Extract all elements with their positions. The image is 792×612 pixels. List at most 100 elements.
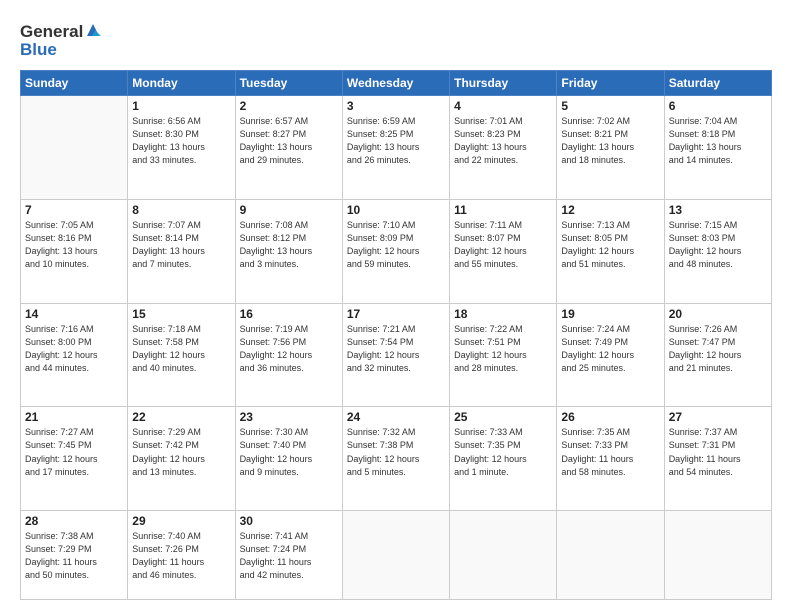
calendar-cell xyxy=(664,511,771,600)
calendar-cell: 26 Sunrise: 7:35 AM Sunset: 7:33 PM Dayli… xyxy=(557,407,664,511)
day-number: 9 xyxy=(240,203,338,217)
calendar-cell xyxy=(342,511,449,600)
weekday-header-row: SundayMondayTuesdayWednesdayThursdayFrid… xyxy=(21,71,772,96)
day-number: 19 xyxy=(561,307,659,321)
day-number: 2 xyxy=(240,99,338,113)
day-info: Sunrise: 7:19 AM Sunset: 7:56 PM Dayligh… xyxy=(240,323,338,375)
day-number: 3 xyxy=(347,99,445,113)
calendar-cell: 4 Sunrise: 7:01 AM Sunset: 8:23 PM Daylig… xyxy=(450,96,557,200)
calendar-cell: 20Sunrise: 7:26 AM Sunset: 7:47 PM Dayli… xyxy=(664,303,771,407)
weekday-header-friday: Friday xyxy=(557,71,664,96)
calendar-table: SundayMondayTuesdayWednesdayThursdayFrid… xyxy=(20,70,772,600)
calendar-cell: 27 Sunrise: 7:37 AM Sunset: 7:31 PM Dayli… xyxy=(664,407,771,511)
week-row-2: 7 Sunrise: 7:05 AM Sunset: 8:16 PM Daylig… xyxy=(21,199,772,303)
day-info: Sunrise: 7:05 AM Sunset: 8:16 PM Dayligh… xyxy=(25,219,123,271)
logo: General Blue xyxy=(20,22,101,60)
weekday-header-monday: Monday xyxy=(128,71,235,96)
calendar-cell: 22 Sunrise: 7:29 AM Sunset: 7:42 PM Dayli… xyxy=(128,407,235,511)
calendar-cell: 1 Sunrise: 6:56 AM Sunset: 8:30 PM Daylig… xyxy=(128,96,235,200)
calendar-cell xyxy=(21,96,128,200)
day-info: Sunrise: 7:30 AM Sunset: 7:40 PM Dayligh… xyxy=(240,426,338,478)
day-info: Sunrise: 7:11 AM Sunset: 8:07 PM Dayligh… xyxy=(454,219,552,271)
day-info: Sunrise: 7:10 AM Sunset: 8:09 PM Dayligh… xyxy=(347,219,445,271)
week-row-1: 1 Sunrise: 6:56 AM Sunset: 8:30 PM Daylig… xyxy=(21,96,772,200)
day-number: 6 xyxy=(669,99,767,113)
calendar-cell: 6 Sunrise: 7:04 AM Sunset: 8:18 PM Daylig… xyxy=(664,96,771,200)
day-info: Sunrise: 7:07 AM Sunset: 8:14 PM Dayligh… xyxy=(132,219,230,271)
day-info: Sunrise: 7:15 AM Sunset: 8:03 PM Dayligh… xyxy=(669,219,767,271)
day-number: 13 xyxy=(669,203,767,217)
calendar-cell: 23 Sunrise: 7:30 AM Sunset: 7:40 PM Dayli… xyxy=(235,407,342,511)
day-number: 14 xyxy=(25,307,123,321)
weekday-header-wednesday: Wednesday xyxy=(342,71,449,96)
day-info: Sunrise: 6:59 AM Sunset: 8:25 PM Dayligh… xyxy=(347,115,445,167)
day-info: Sunrise: 7:13 AM Sunset: 8:05 PM Dayligh… xyxy=(561,219,659,271)
day-info: Sunrise: 6:56 AM Sunset: 8:30 PM Dayligh… xyxy=(132,115,230,167)
day-number: 27 xyxy=(669,410,767,424)
day-info: Sunrise: 7:40 AM Sunset: 7:26 PM Dayligh… xyxy=(132,530,230,582)
day-number: 24 xyxy=(347,410,445,424)
day-number: 12 xyxy=(561,203,659,217)
day-info: Sunrise: 7:26 AM Sunset: 7:47 PM Dayligh… xyxy=(669,323,767,375)
day-number: 10 xyxy=(347,203,445,217)
week-row-3: 14 Sunrise: 7:16 AM Sunset: 8:00 PM Dayli… xyxy=(21,303,772,407)
day-number: 11 xyxy=(454,203,552,217)
calendar-cell: 25 Sunrise: 7:33 AM Sunset: 7:35 PM Dayli… xyxy=(450,407,557,511)
calendar-cell: 21Sunrise: 7:27 AM Sunset: 7:45 PM Dayli… xyxy=(21,407,128,511)
day-number: 25 xyxy=(454,410,552,424)
day-number: 5 xyxy=(561,99,659,113)
calendar-cell: 24 Sunrise: 7:32 AM Sunset: 7:38 PM Dayli… xyxy=(342,407,449,511)
logo-icon xyxy=(85,22,101,38)
logo-general: General xyxy=(20,22,83,42)
calendar-cell: 2Sunrise: 6:57 AM Sunset: 8:27 PM Daylig… xyxy=(235,96,342,200)
day-info: Sunrise: 7:16 AM Sunset: 8:00 PM Dayligh… xyxy=(25,323,123,375)
calendar-cell: 7 Sunrise: 7:05 AM Sunset: 8:16 PM Daylig… xyxy=(21,199,128,303)
calendar-cell: 11 Sunrise: 7:11 AM Sunset: 8:07 PM Dayli… xyxy=(450,199,557,303)
day-number: 29 xyxy=(132,514,230,528)
calendar-cell xyxy=(450,511,557,600)
day-number: 4 xyxy=(454,99,552,113)
day-number: 7 xyxy=(25,203,123,217)
day-info: Sunrise: 7:32 AM Sunset: 7:38 PM Dayligh… xyxy=(347,426,445,478)
header: General Blue xyxy=(20,18,772,60)
calendar-cell: 3 Sunrise: 6:59 AM Sunset: 8:25 PM Daylig… xyxy=(342,96,449,200)
calendar-cell: 15Sunrise: 7:18 AM Sunset: 7:58 PM Dayli… xyxy=(128,303,235,407)
day-number: 1 xyxy=(132,99,230,113)
page: General Blue SundayMondayTuesdayWednesda… xyxy=(0,0,792,612)
day-number: 22 xyxy=(132,410,230,424)
day-info: Sunrise: 7:04 AM Sunset: 8:18 PM Dayligh… xyxy=(669,115,767,167)
calendar-cell: 5 Sunrise: 7:02 AM Sunset: 8:21 PM Daylig… xyxy=(557,96,664,200)
day-number: 28 xyxy=(25,514,123,528)
calendar-cell: 18Sunrise: 7:22 AM Sunset: 7:51 PM Dayli… xyxy=(450,303,557,407)
weekday-header-tuesday: Tuesday xyxy=(235,71,342,96)
day-info: Sunrise: 7:37 AM Sunset: 7:31 PM Dayligh… xyxy=(669,426,767,478)
day-number: 17 xyxy=(347,307,445,321)
weekday-header-thursday: Thursday xyxy=(450,71,557,96)
calendar-cell: 9Sunrise: 7:08 AM Sunset: 8:12 PM Daylig… xyxy=(235,199,342,303)
calendar-cell: 8 Sunrise: 7:07 AM Sunset: 8:14 PM Daylig… xyxy=(128,199,235,303)
day-info: Sunrise: 7:27 AM Sunset: 7:45 PM Dayligh… xyxy=(25,426,123,478)
calendar-cell: 30Sunrise: 7:41 AM Sunset: 7:24 PM Dayli… xyxy=(235,511,342,600)
day-info: Sunrise: 7:29 AM Sunset: 7:42 PM Dayligh… xyxy=(132,426,230,478)
calendar-cell: 10 Sunrise: 7:10 AM Sunset: 8:09 PM Dayli… xyxy=(342,199,449,303)
calendar-cell: 14 Sunrise: 7:16 AM Sunset: 8:00 PM Dayli… xyxy=(21,303,128,407)
week-row-5: 28Sunrise: 7:38 AM Sunset: 7:29 PM Dayli… xyxy=(21,511,772,600)
weekday-header-saturday: Saturday xyxy=(664,71,771,96)
day-info: Sunrise: 7:01 AM Sunset: 8:23 PM Dayligh… xyxy=(454,115,552,167)
week-row-4: 21Sunrise: 7:27 AM Sunset: 7:45 PM Dayli… xyxy=(21,407,772,511)
day-info: Sunrise: 7:24 AM Sunset: 7:49 PM Dayligh… xyxy=(561,323,659,375)
calendar-cell xyxy=(557,511,664,600)
day-info: Sunrise: 7:33 AM Sunset: 7:35 PM Dayligh… xyxy=(454,426,552,478)
calendar-cell: 12 Sunrise: 7:13 AM Sunset: 8:05 PM Dayli… xyxy=(557,199,664,303)
day-number: 30 xyxy=(240,514,338,528)
day-info: Sunrise: 7:02 AM Sunset: 8:21 PM Dayligh… xyxy=(561,115,659,167)
day-number: 16 xyxy=(240,307,338,321)
day-info: Sunrise: 7:21 AM Sunset: 7:54 PM Dayligh… xyxy=(347,323,445,375)
day-info: Sunrise: 7:35 AM Sunset: 7:33 PM Dayligh… xyxy=(561,426,659,478)
logo-blue: Blue xyxy=(20,40,101,60)
weekday-header-sunday: Sunday xyxy=(21,71,128,96)
day-number: 23 xyxy=(240,410,338,424)
day-number: 8 xyxy=(132,203,230,217)
day-info: Sunrise: 7:18 AM Sunset: 7:58 PM Dayligh… xyxy=(132,323,230,375)
day-number: 26 xyxy=(561,410,659,424)
